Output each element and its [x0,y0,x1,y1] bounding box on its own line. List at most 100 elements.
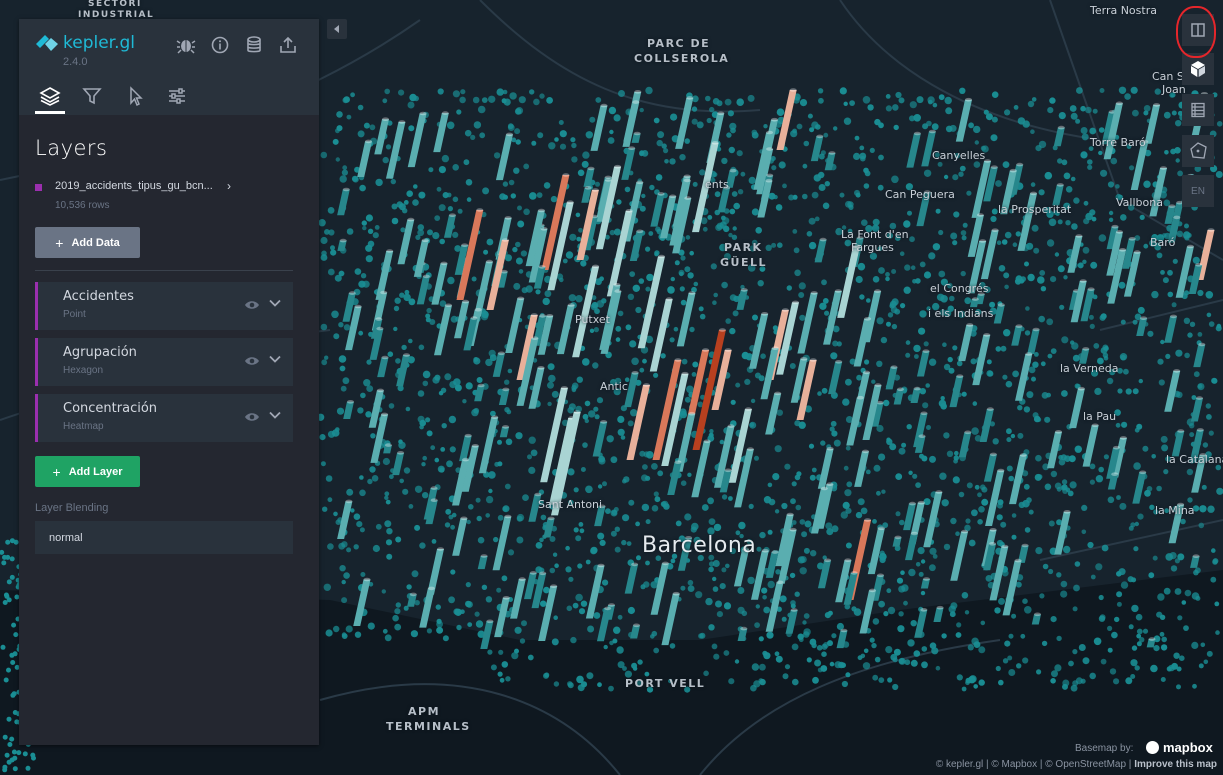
eye-icon[interactable] [244,409,260,425]
hexagon-cell [498,649,504,655]
layer-card-agrupacion[interactable]: Agrupación Hexagon [35,338,293,386]
hexagon-cell [889,443,897,451]
hexagon-cell [1143,110,1149,116]
attribution-mapbox-link[interactable]: © Mapbox [991,759,1037,770]
attribution-kepler-link[interactable]: © kepler.gl [936,759,983,770]
hexagon-cell [497,671,503,677]
column-top [474,307,482,312]
hexagon-cell [1187,497,1193,503]
hexagon-cell [408,298,416,306]
map-label: Vallbona [1116,196,1163,209]
hexagon-cell [410,630,418,638]
share-icon[interactable] [278,35,298,55]
chevron-right-icon[interactable]: › [227,179,231,193]
mapbox-logo[interactable]: mapbox [1146,740,1213,755]
layer-name[interactable]: Concentración [63,401,157,416]
eye-icon[interactable] [244,297,260,313]
hexagon-cell [371,475,379,482]
hexagon-cell [1184,589,1192,597]
hexagon-cell [994,607,1001,614]
hexagon-cell [1070,112,1078,120]
layer-blending-select[interactable]: normal [35,521,293,554]
hexagon-cell [584,400,591,407]
hexagon-cell [1189,321,1196,327]
layer-card-accidentes[interactable]: Accidentes Point [35,282,293,330]
hexagon-cell [544,290,552,298]
hexagon-cell [1006,465,1013,472]
tab-layers[interactable] [38,85,62,107]
hexagon-cell [449,446,456,453]
hexagon-cell [579,528,585,534]
column-top [501,238,509,242]
hexagon-cell [13,632,19,638]
info-icon[interactable] [210,35,230,55]
hexagon-cell [318,219,326,227]
hexagon-cell [1042,563,1049,570]
column-top [856,395,864,400]
legend-button[interactable] [1182,94,1214,126]
column-top [702,348,710,352]
add-layer-button[interactable]: + Add Layer [35,456,140,487]
hexagon-cell [357,130,365,138]
chevron-down-icon[interactable] [268,352,282,366]
hexagon-cell [872,674,879,681]
column-top [462,299,470,304]
layer-name[interactable]: Accidentes [63,289,134,304]
hexagon-cell [881,489,886,494]
hexagon-cell [529,192,537,200]
hexagon-cell [426,430,433,437]
hexagon-cell [562,258,568,264]
column-top [591,188,599,192]
tab-base-map[interactable] [165,85,189,107]
hexagon-cell [891,323,898,330]
hexagon-cell [947,356,953,363]
hexagon-cell [576,675,584,684]
hexagon-cell [663,148,669,154]
attribution-osm-link[interactable]: © OpenStreetMap [1045,759,1126,770]
hexagon-cell [1004,640,1011,647]
hexagon-cell [960,270,966,277]
hexagon-cell [981,498,989,506]
hexagon-cell [708,561,715,567]
hexagon-cell [609,129,614,135]
hexagon-cell [13,539,19,545]
layer-name[interactable]: Agrupación [63,345,137,360]
hexagon-cell [864,359,870,365]
chevron-down-icon[interactable] [268,408,282,422]
tab-filters[interactable] [80,85,104,107]
tab-interactions[interactable] [123,85,147,107]
hexagon-cell [958,171,964,177]
layer-card-concentracion[interactable]: Concentración Heatmap [35,394,293,442]
bug-icon[interactable] [176,35,196,55]
hexagon-cell [444,373,452,381]
column-top [1014,558,1022,563]
hexagon-cell [1017,432,1024,439]
hexagon-cell [339,365,346,372]
improve-map-link[interactable]: Improve this map [1134,759,1217,770]
dataset-name[interactable]: 2019_accidents_tipus_gu_bcn... [55,180,213,192]
database-icon[interactable] [244,35,264,55]
hexagon-cell [30,752,36,758]
hexagon-cell [1001,239,1008,245]
hexagon-cell [382,628,388,634]
hexagon-cell [1089,463,1096,470]
add-data-button[interactable]: + Add Data [35,227,140,258]
toggle-3d-button[interactable] [1182,53,1214,85]
hexagon-cell [547,363,555,371]
hexagon-cell [475,620,484,628]
hexagon-cell [918,327,926,335]
hexagon-cell [1131,645,1138,651]
split-map-button[interactable] [1182,14,1214,46]
hexagon-cell [913,344,921,353]
hexagon-cell [973,641,981,648]
hexagon-cell [1200,642,1206,648]
hexagon-cell [784,664,791,670]
draw-polygon-button[interactable] [1182,135,1214,167]
chevron-down-icon[interactable] [268,296,282,310]
hexagon-cell [667,286,675,294]
language-button[interactable]: EN [1182,175,1214,207]
collapse-panel-button[interactable] [327,19,347,39]
eye-icon[interactable] [244,353,260,369]
hexagon-cell [369,466,376,473]
hexagon-cell [509,92,517,100]
